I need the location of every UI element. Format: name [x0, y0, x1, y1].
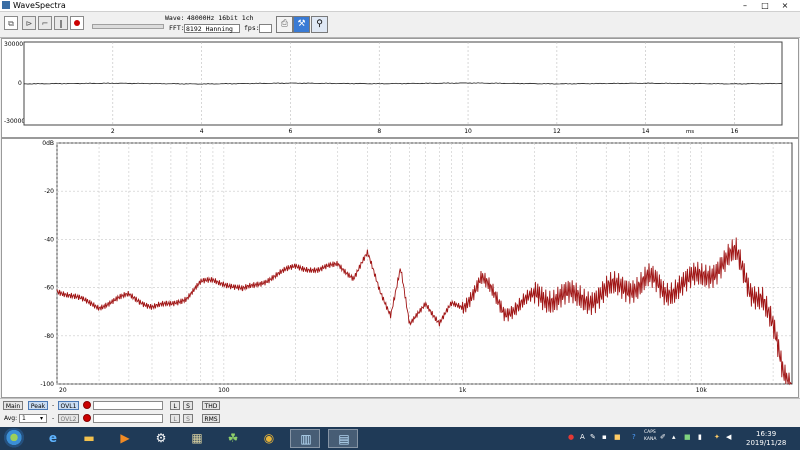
clock-date: 2019/11/28: [746, 439, 787, 447]
ovl1-indicator: OVL1: [58, 401, 79, 410]
spectrum-x-tick-label: 20: [59, 387, 67, 394]
ch2-level-meter: [93, 414, 163, 423]
caps-indicator: CAPS: [644, 430, 656, 435]
volume-icon[interactable]: ◀: [726, 433, 731, 441]
kana-indicator: KANA: [644, 437, 657, 442]
taskbar: e ▬ ▶ ⚙ ▦ ☘ ◉ ▥ ▤ ● A ✎ ▪ ■ ? CAPS KANA …: [0, 427, 800, 450]
spectrum-plot-area: [56, 142, 793, 385]
battery-icon[interactable]: ▮: [698, 433, 702, 441]
start-button[interactable]: [2, 428, 26, 449]
notification-icon[interactable]: ✦: [714, 433, 720, 441]
record-ch2-icon[interactable]: [83, 414, 91, 422]
rms-button[interactable]: RMS: [202, 414, 220, 423]
tray-tools-icon[interactable]: ✎: [590, 433, 596, 441]
spectrum-app-icon[interactable]: ▥: [290, 429, 320, 448]
spectrum-x-tick-label: 100: [218, 387, 230, 394]
chrome-icon[interactable]: ◉: [254, 429, 284, 448]
avg-value: 1: [22, 415, 26, 422]
ch1-level-meter: [93, 401, 163, 410]
ch2-s-button[interactable]: S: [183, 414, 193, 423]
thd-button[interactable]: THD: [202, 401, 220, 410]
spectrum-y-tick-label: -40: [44, 236, 54, 243]
wavespectra-icon[interactable]: ▤: [328, 429, 358, 448]
tray-folder-icon[interactable]: ■: [614, 433, 621, 441]
ie-icon[interactable]: e: [38, 429, 68, 448]
people-icon[interactable]: ☘: [218, 429, 248, 448]
network-icon[interactable]: ⚙: [146, 429, 176, 448]
spectrum-y-tick-label: -100: [40, 381, 54, 388]
alert-icon[interactable]: ●: [568, 433, 574, 441]
ovl2-indicator: OVL2: [58, 414, 79, 423]
photo-icon[interactable]: ▦: [182, 429, 212, 448]
spectrum-x-tick-label: 10k: [696, 387, 708, 394]
spectrum-y-tick-label: 0dB: [42, 140, 54, 147]
spectrum-chart: 0dB -20 -40 -60 -80 -100 20 100 1k 10k: [40, 140, 793, 394]
ime-icon[interactable]: A: [580, 433, 585, 441]
spectrum-y-tick-label: -60: [44, 285, 54, 292]
ch1-dash: -: [52, 402, 55, 409]
avg-label: Avg:: [4, 415, 18, 422]
spectrum-x-tick-label: 1k: [459, 387, 467, 394]
spectrum-y-tick-label: -80: [44, 333, 54, 340]
main-button[interactable]: Main: [3, 401, 23, 410]
ch1-s-button[interactable]: S: [183, 401, 193, 410]
spectrum-y-tick-label: -20: [44, 188, 54, 195]
tray-app-icon[interactable]: ■: [684, 433, 691, 441]
ch1-l-button[interactable]: L: [170, 401, 180, 410]
media-player-icon[interactable]: ▶: [110, 429, 140, 448]
peak-button[interactable]: Peak: [28, 401, 48, 410]
explorer-icon[interactable]: ▬: [74, 429, 104, 448]
tray-expand-icon[interactable]: ▴: [672, 433, 676, 441]
ch2-l-button[interactable]: L: [170, 414, 180, 423]
record-ch1-icon[interactable]: [83, 401, 91, 409]
ch2-dash: -: [52, 415, 55, 422]
clock-time: 16:39: [756, 430, 777, 438]
tray-lock-icon[interactable]: ▪: [602, 433, 607, 441]
avg-select[interactable]: 1 ▾: [19, 414, 47, 423]
pen-icon[interactable]: ✐: [660, 433, 666, 441]
help-icon[interactable]: ?: [632, 433, 636, 441]
bottom-control-bar: Main Peak - OVL1 L S THD Avg: 1 ▾ - OVL2…: [0, 398, 800, 427]
chevron-down-icon: ▾: [40, 415, 44, 422]
